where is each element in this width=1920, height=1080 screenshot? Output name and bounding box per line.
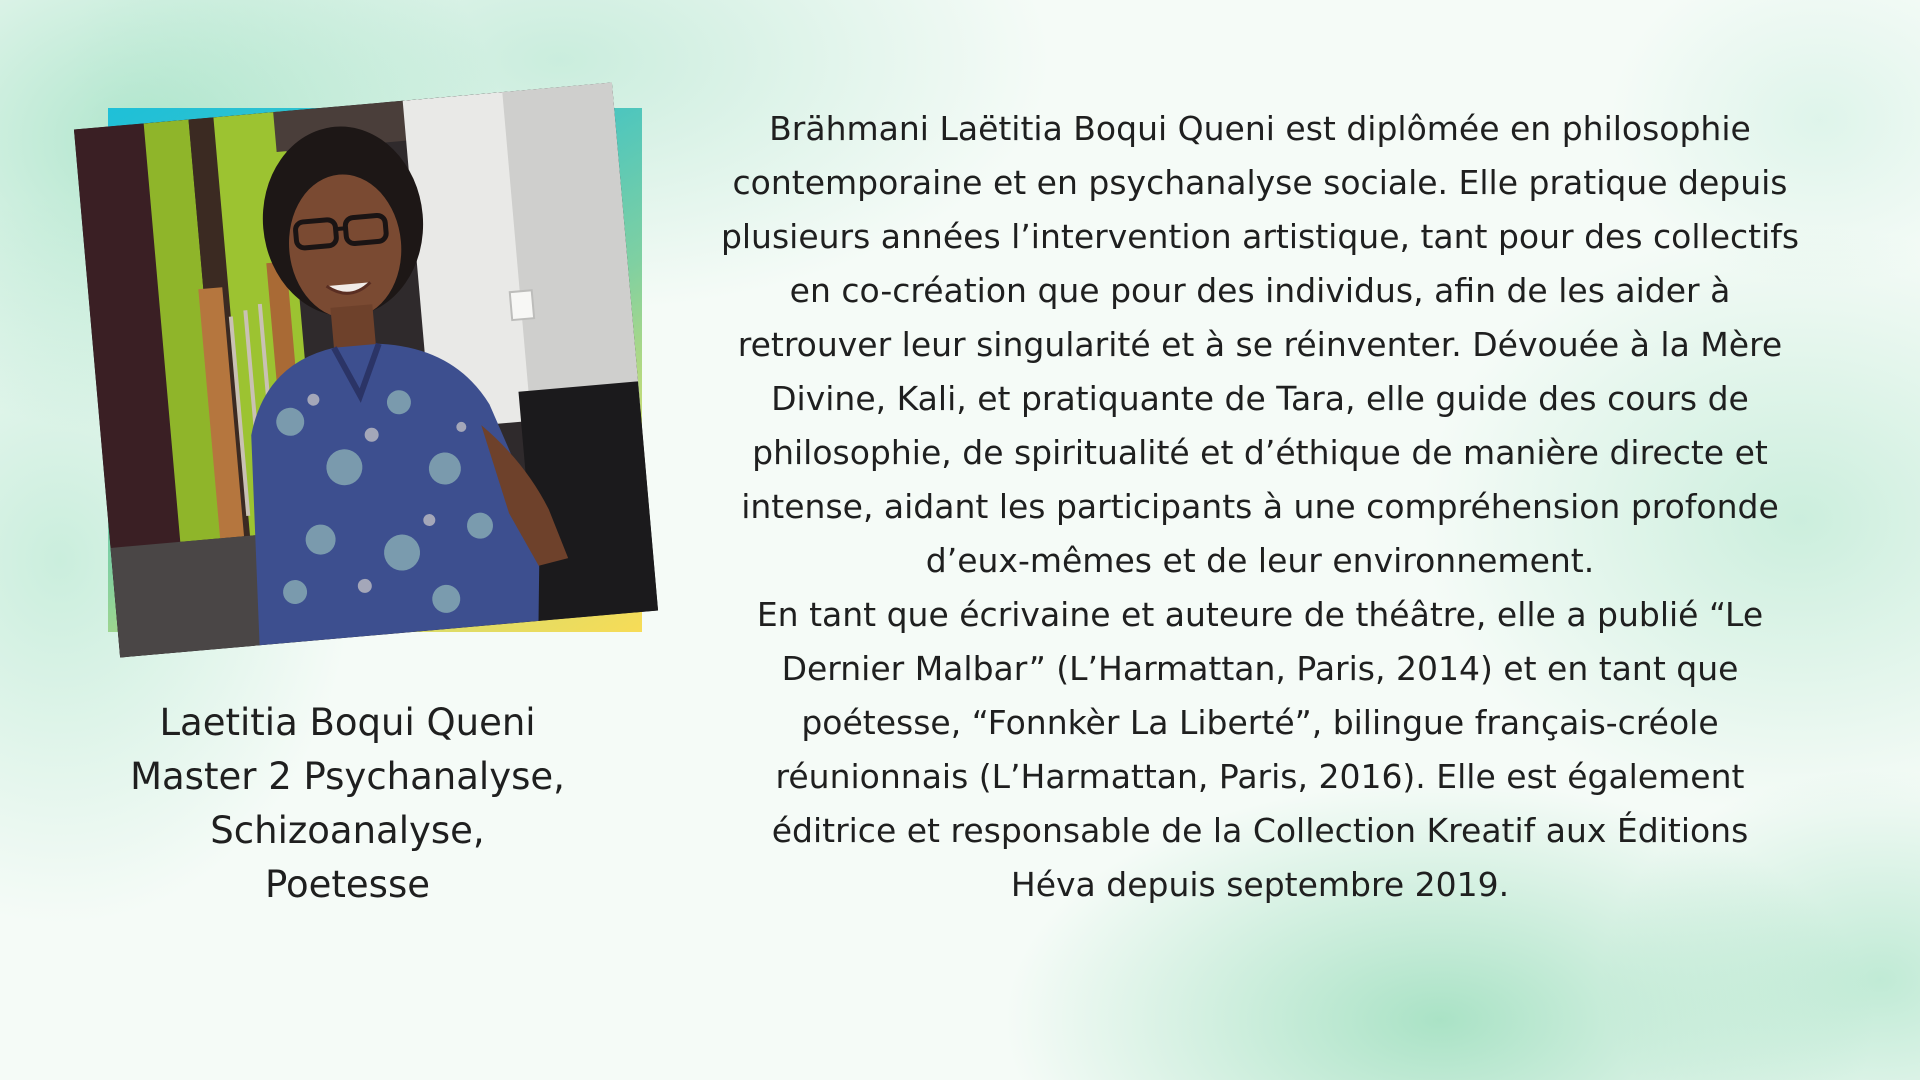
- biography-text: Brähmani Laëtitia Boqui Queni est diplôm…: [700, 102, 1820, 912]
- caption-degree: Master 2 Psychanalyse,: [130, 755, 565, 798]
- bio-line: intense, aidant les participants à une c…: [741, 487, 1779, 526]
- bio-line: plusieurs années l’intervention artistiq…: [720, 217, 1800, 256]
- portrait-photo: [73, 82, 659, 658]
- caption-specialty: Schizoanalyse,: [210, 809, 485, 852]
- bio-line: En tant que écrivaine et auteure de théâ…: [756, 595, 1764, 634]
- bio-line: philosophie, de spiritualité et d’éthiqu…: [752, 433, 1768, 472]
- bio-line: Divine, Kali, et pratiquante de Tara, el…: [771, 379, 1749, 418]
- bio-line: en co-création que pour des individus, a…: [789, 271, 1731, 310]
- bio-line: retrouver leur singularité et à se réinv…: [737, 325, 1783, 364]
- bio-line: éditrice et responsable de la Collection…: [771, 811, 1749, 850]
- bio-line: réunionnais (L’Harmattan, Paris, 2016). …: [775, 757, 1745, 796]
- bio-line: poétesse, “Fonnkèr La Liberté”, bilingue…: [801, 703, 1719, 742]
- bio-line: Héva depuis septembre 2019.: [1010, 865, 1510, 904]
- bio-line: Brähmani Laëtitia Boqui Queni est diplôm…: [769, 109, 1751, 148]
- caption-role: Poetesse: [265, 863, 430, 906]
- caption-name: Laetitia Boqui Queni: [159, 701, 536, 744]
- bio-line: contemporaine et en psychanalyse sociale…: [732, 163, 1788, 202]
- bio-line: d’eux-mêmes et de leur environnement.: [925, 541, 1595, 580]
- bio-line: Dernier Malbar” (L’Harmattan, Paris, 201…: [781, 649, 1739, 688]
- profile-caption: Laetitia Boqui Queni Master 2 Psychanaly…: [100, 696, 595, 912]
